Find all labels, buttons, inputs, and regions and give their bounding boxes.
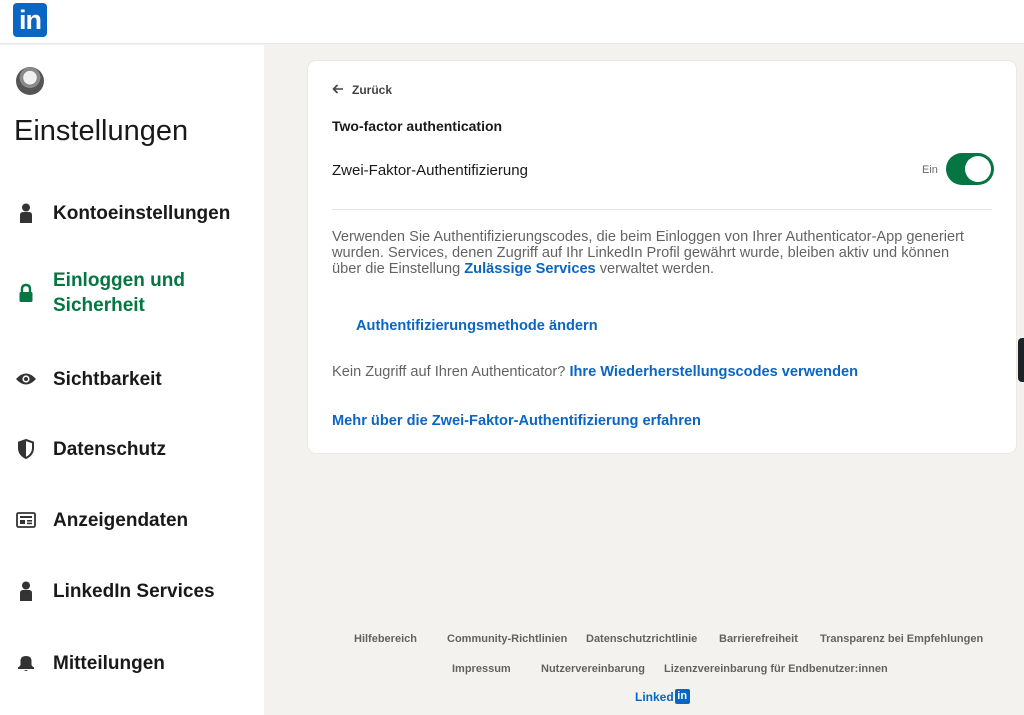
person-icon [15,202,37,224]
lock-icon [15,282,37,304]
footer-brand-box: in [674,689,690,704]
arrow-left-icon [332,83,344,97]
sidebar-item-label: Datenschutz [53,438,166,460]
ad-icon [15,509,37,531]
sidebar-item-datenschutz[interactable]: Datenschutz [0,434,264,464]
sidebar-item-linkedin-services[interactable]: LinkedIn Services [0,576,264,606]
footer-link-nutzervereinbarung[interactable]: Nutzervereinbarung [541,663,645,675]
footer-link-barrierefreiheit[interactable]: Barrierefreiheit [719,633,798,645]
settings-sidebar: Einstellungen Kontoeinstellungen Einlogg… [0,45,264,715]
back-link[interactable]: Zurück [332,83,392,97]
sidebar-item-label-line1: Einloggen und [53,270,185,291]
two-factor-toggle[interactable] [946,153,994,185]
sidebar-item-label: Kontoeinstellungen [53,202,231,224]
section-title: Two-factor authentication [332,118,503,134]
page-title: Einstellungen [14,115,189,147]
toggle-state-text: Ein [922,164,938,176]
description-text-end: verwaltet werden. [595,261,715,277]
sidebar-item-sichtbarkeit[interactable]: Sichtbarkeit [0,364,264,394]
learn-more-link[interactable]: Mehr über die Zwei-Faktor-Authentifizier… [332,413,701,429]
footer-linkedin-logo: Linked in [635,689,690,704]
side-panel-handle[interactable] [1018,338,1024,382]
footer-link-impressum[interactable]: Impressum [452,663,511,675]
back-label: Zurück [352,83,393,97]
person-icon [15,580,37,602]
two-factor-description: Verwenden Sie Authentifizierungscodes, d… [332,229,982,277]
sidebar-item-mitteilungen[interactable]: Mitteilungen [0,648,264,678]
no-access-text: Kein Zugriff auf Ihren Authenticator? [332,364,570,380]
linkedin-logo[interactable]: in [13,3,47,37]
sidebar-item-kontoeinstellungen[interactable]: Kontoeinstellungen [0,198,264,228]
divider [332,209,992,210]
footer-brand-text: Linked [635,689,674,704]
no-access-row: Kein Zugriff auf Ihren Authenticator? Ih… [332,364,858,380]
sidebar-item-einloggen-und-sicherheit[interactable]: Einloggen und Sicherheit [0,267,264,319]
sidebar-item-label-line2: Sicherheit [53,295,145,316]
sidebar-item-label: Einloggen und Sicherheit [53,268,185,318]
sidebar-item-label: Mitteilungen [53,652,165,674]
top-bar: in [0,0,1024,44]
two-factor-label: Zwei-Faktor-Authentifizierung [332,162,528,179]
footer-link-community[interactable]: Community-Richtlinien [447,633,567,645]
sidebar-item-anzeigendaten[interactable]: Anzeigendaten [0,505,264,535]
footer-link-lizenzvereinbarung[interactable]: Lizenzvereinbarung für Endbenutzer:innen [664,663,888,675]
two-factor-card: Zurück Two-factor authentication Zwei-Fa… [308,61,1016,453]
footer-link-transparenz[interactable]: Transparenz bei Empfehlungen [820,633,983,645]
recovery-codes-link[interactable]: Ihre Wiederherstellungscodes verwenden [569,364,858,380]
change-method-link[interactable]: Authentifizierungsmethode ändern [356,318,598,334]
sidebar-item-label: Anzeigendaten [53,509,189,531]
permitted-services-link[interactable]: Zulässige Services [464,261,595,277]
eye-icon [15,368,37,390]
sidebar-item-label: Sichtbarkeit [53,368,162,390]
footer-link-datenschutz[interactable]: Datenschutzrichtlinie [586,633,697,645]
toggle-knob [965,156,991,182]
bell-icon [15,652,37,674]
footer-link-hilfebereich[interactable]: Hilfebereich [354,633,417,645]
shield-icon [15,438,37,460]
avatar[interactable] [16,67,44,95]
sidebar-item-label: LinkedIn Services [53,580,215,602]
